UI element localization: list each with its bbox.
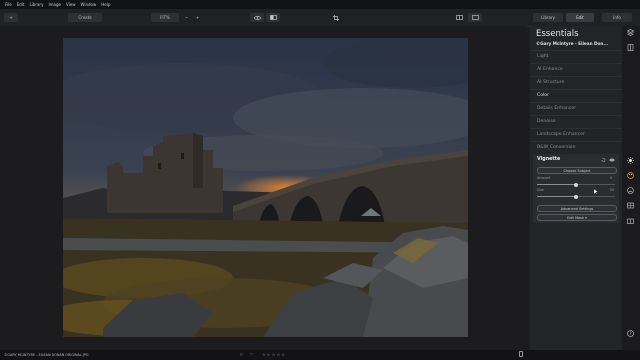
toolbar: + Create FIT% − + Library Edit Info <box>0 9 640 27</box>
photo-image <box>63 38 468 337</box>
tab-library-label: Library <box>541 15 555 20</box>
advanced-settings-label: Advanced Settings <box>560 206 594 211</box>
size-slider-handle[interactable] <box>574 194 578 199</box>
crop-button[interactable] <box>330 13 342 22</box>
vignette-title[interactable]: Vignette <box>537 157 560 162</box>
section-landscape-enhancer[interactable]: Landscape Enhancer <box>530 128 622 140</box>
tab-library[interactable]: Library <box>533 13 563 22</box>
section-light[interactable]: Light <box>530 50 622 62</box>
edit-mask-button[interactable]: Edit Mask ▾ <box>537 214 617 221</box>
gift-icon[interactable] <box>627 217 634 224</box>
menu-library[interactable]: Library <box>29 2 43 7</box>
visibility-toggle-icon[interactable] <box>609 158 615 162</box>
section-ai-enhance[interactable]: AI Enhance <box>530 63 622 75</box>
preset-name[interactable]: ©Gary McIntyre - Eilean Don... <box>536 41 608 46</box>
info-icon[interactable] <box>519 351 523 357</box>
tab-edit[interactable]: Edit <box>566 13 594 22</box>
help-icon[interactable]: ? <box>627 330 634 337</box>
photo-canvas[interactable] <box>63 38 468 337</box>
size-label: Size <box>537 188 544 192</box>
panel-title: Essentials <box>536 29 579 39</box>
crop-icon <box>333 14 339 21</box>
zoom-out-label: − <box>184 15 189 20</box>
single-view-button[interactable] <box>468 13 482 22</box>
reset-icon[interactable] <box>601 158 606 162</box>
grid-view-button[interactable] <box>452 13 466 22</box>
mouse-cursor-icon <box>594 189 598 195</box>
amount-slider-handle[interactable] <box>574 182 578 187</box>
section-ai-structure[interactable]: AI Structure <box>530 76 622 88</box>
back-button[interactable]: + <box>4 13 18 22</box>
svg-text:?: ? <box>629 331 631 336</box>
compare-button[interactable] <box>266 13 280 22</box>
heart-icon[interactable]: ♡ <box>250 352 254 357</box>
amount-value: 0 <box>610 176 613 180</box>
zoom-label: FIT% <box>160 15 170 20</box>
tab-info[interactable]: Info <box>602 13 632 22</box>
zoom-in-button[interactable]: + <box>193 13 202 22</box>
menu-image[interactable]: Image <box>48 2 61 7</box>
layers-icon[interactable] <box>627 29 634 36</box>
palette-icon[interactable] <box>627 172 634 179</box>
star-rating[interactable]: ☆ ☆ ☆ ☆ ☆ <box>262 352 285 357</box>
choose-subject-label: Choose Subject <box>563 168 591 173</box>
create-button[interactable]: Create <box>68 13 102 22</box>
flag-icon[interactable]: ⚐ <box>240 352 244 357</box>
grid-icon[interactable] <box>627 202 634 209</box>
edit-mask-label: Edit Mask ▾ <box>567 215 587 220</box>
single-view-icon <box>471 15 479 20</box>
zoom-out-button[interactable]: − <box>182 13 191 22</box>
grid-view-icon <box>455 15 463 20</box>
size-slider-fill <box>537 196 576 197</box>
vignette-panel <box>533 154 619 223</box>
zoom-select[interactable]: FIT% <box>151 13 179 22</box>
tab-edit-label: Edit <box>576 15 584 20</box>
section-details-enhancer[interactable]: Details Enhancer <box>530 102 622 114</box>
menu-file[interactable]: File <box>5 2 12 7</box>
menu-help[interactable]: Help <box>101 2 110 7</box>
sun-icon[interactable] <box>627 157 634 164</box>
split-view-icon[interactable] <box>627 44 634 51</box>
section-color[interactable]: Color <box>530 89 622 101</box>
amount-slider-fill <box>537 184 576 185</box>
section-denoise[interactable]: Denoise <box>530 115 622 127</box>
filename-label: ©GARY MCINTYRE - EILEAN DONAN ORIGINAL.J… <box>4 353 89 357</box>
back-icon: + <box>9 15 13 20</box>
choose-subject-button[interactable]: Choose Subject <box>537 167 617 174</box>
face-icon[interactable] <box>627 187 634 194</box>
size-value: 50 <box>610 188 615 192</box>
menu-edit[interactable]: Edit <box>17 2 25 7</box>
menu-view[interactable]: View <box>66 2 76 7</box>
amount-label: Amount <box>537 176 551 180</box>
zoom-in-label: + <box>195 15 200 20</box>
menu-window[interactable]: Window <box>80 2 96 7</box>
amount-slider[interactable] <box>537 182 615 187</box>
eye-icon <box>253 15 261 20</box>
status-bar: ©GARY MCINTYRE - EILEAN DONAN ORIGINAL.J… <box>0 350 640 360</box>
preview-button[interactable] <box>250 13 264 22</box>
advanced-settings-button[interactable]: Advanced Settings <box>537 205 617 212</box>
compare-icon <box>269 15 277 20</box>
size-slider[interactable] <box>537 194 615 199</box>
menu-bar: File Edit Library Image View Window Help <box>0 0 640 9</box>
tab-info-label: Info <box>613 15 621 20</box>
create-label: Create <box>78 15 92 20</box>
section-bw-conversion[interactable]: B&W Conversion <box>530 141 622 153</box>
